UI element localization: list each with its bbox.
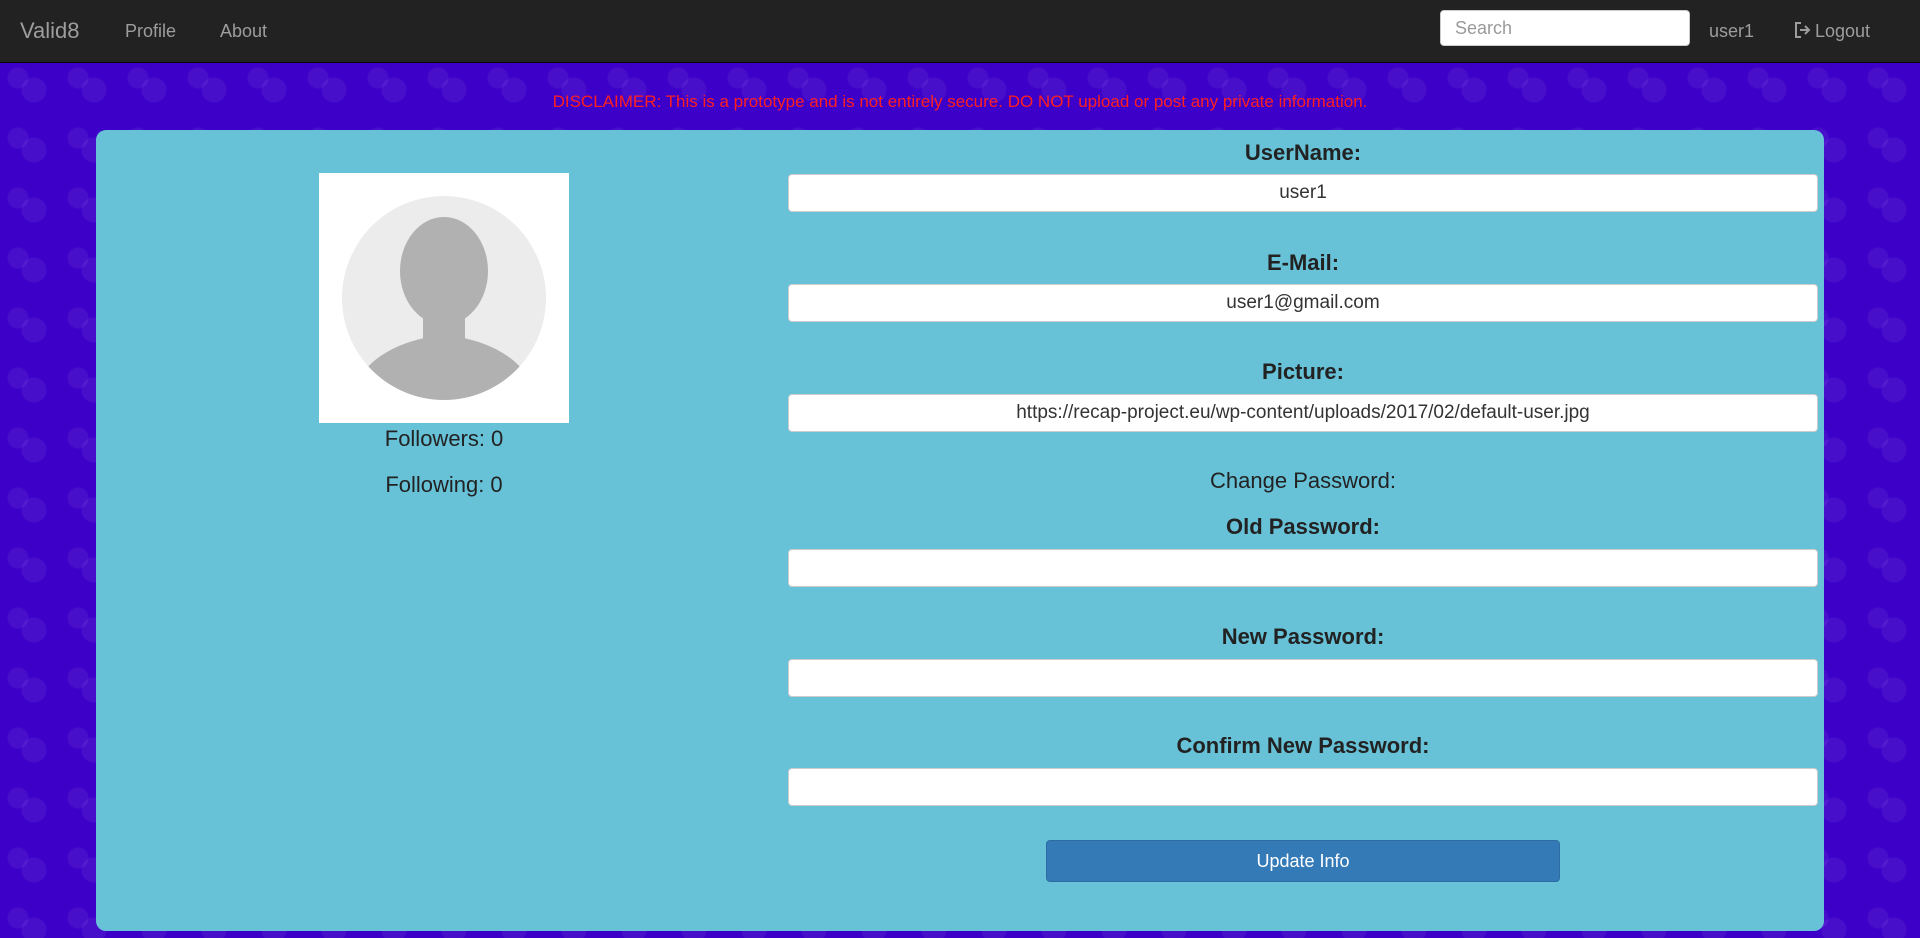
update-info-button[interactable]: Update Info (1046, 840, 1560, 882)
username-label: UserName: (1244, 140, 1362, 165)
picture-url-field[interactable] (788, 394, 1818, 432)
username-field[interactable] (788, 174, 1818, 212)
email-field[interactable] (788, 284, 1818, 322)
following-number: 0 (490, 472, 503, 497)
change-password-heading: Change Password: (1210, 468, 1396, 493)
default-user-avatar-icon (342, 196, 546, 400)
top-navbar: Valid8 Profile About user1 Logout (0, 0, 1920, 63)
new-password-label: New Password: (1221, 624, 1385, 649)
profile-avatar[interactable] (319, 173, 569, 423)
nav-about-link[interactable]: About (220, 20, 267, 42)
picture-label: Picture: (1262, 359, 1344, 384)
followers-label: Followers: (384, 426, 485, 451)
logout-label: Logout (1815, 21, 1871, 41)
logout-icon (1794, 21, 1812, 39)
logout-link[interactable]: Logout (1794, 20, 1870, 42)
profile-panel: Followers:0 Following:0 UserName: E-Mail… (96, 130, 1824, 931)
disclaimer-text: DISCLAIMER: This is a prototype and is n… (552, 92, 1368, 111)
confirm-password-field[interactable] (788, 768, 1818, 806)
following-label: Following: (385, 472, 485, 497)
followers-number: 0 (491, 426, 504, 451)
new-password-field[interactable] (788, 659, 1818, 697)
followers-count: Followers: 0 (294, 426, 594, 452)
old-password-label: Old Password: (1225, 514, 1381, 539)
search-input[interactable] (1440, 10, 1690, 46)
nav-user-link[interactable]: user1 (1709, 20, 1754, 42)
email-label: E-Mail: (1266, 250, 1340, 275)
following-count: Following: 0 (294, 472, 594, 498)
brand-logo[interactable]: Valid8 (20, 18, 80, 44)
nav-profile-link[interactable]: Profile (125, 20, 176, 42)
confirm-password-label: Confirm New Password: (1176, 733, 1430, 758)
old-password-field[interactable] (788, 549, 1818, 587)
